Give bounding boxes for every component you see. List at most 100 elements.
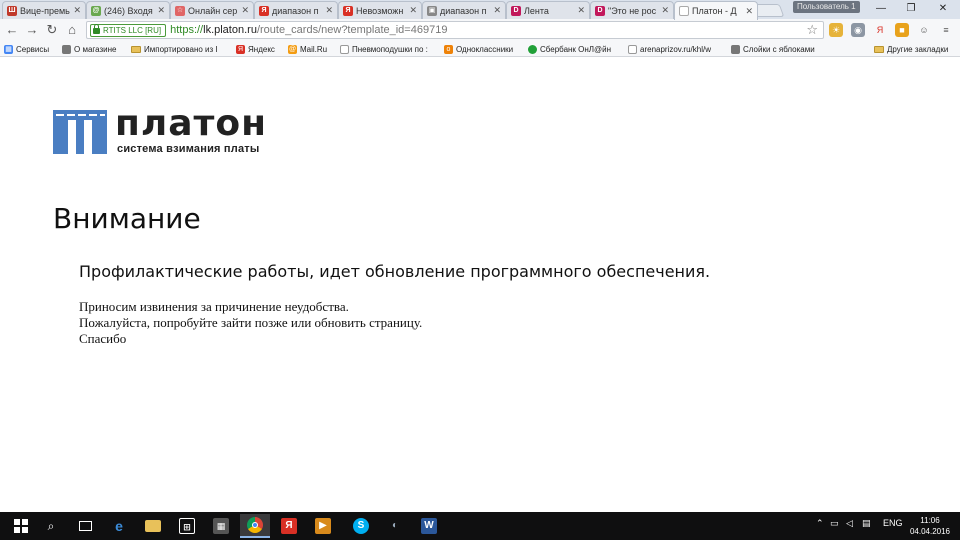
apps-grid-icon: ▦ [4,44,13,54]
bookmark-item[interactable]: Я Яндекс [236,43,275,55]
menu-icon[interactable]: ≡ [939,23,953,37]
back-arrow-icon[interactable]: ← [4,22,20,38]
reload-icon[interactable]: ↻ [44,22,60,38]
url-scheme: https:// [170,24,204,36]
start-button[interactable] [6,514,36,538]
task-view-button[interactable] [70,514,100,538]
bookmark-item[interactable]: О магазине [62,43,117,55]
security-certificate-badge[interactable]: RTITS LLC [RU] [90,23,167,37]
close-window-button[interactable]: ✕ [928,0,958,18]
tab-close-icon[interactable]: ✕ [157,5,165,16]
tab-favicon-icon: ☆ [175,5,185,16]
tab-favicon-icon: Ш [7,5,17,16]
page-blank-icon [679,6,689,16]
bookmark-item[interactable]: Пневмоподушки по : [340,43,435,55]
apology-message: Приносим извинения за причинение неудобс… [79,299,422,347]
bookmark-apps[interactable]: ▦ Сервисы [4,43,49,55]
browser-tab[interactable]: Ш Вице-премь ✕ [2,1,86,19]
tab-title: Вице-премь [20,5,70,16]
url-text[interactable]: https://lk.platon.ru/route_cards/new?tem… [170,24,447,36]
bookmark-label: Слойки с яблоками [743,44,815,54]
taskbar: ⌕ e ⊞ ▦ Я ▶ S ◐ W ⌃ ▭ ◁ ▤ ENG 11:06 04.0… [0,512,960,540]
taskbar-edge[interactable]: e [104,514,134,538]
taskbar-yandex-browser[interactable]: Я [274,514,304,538]
url-host: lk.platon.ru [203,24,257,36]
tab-favicon-icon: D [511,5,521,16]
tab-title: диапазон п [440,5,487,16]
bookmark-item[interactable]: о Одноклассники [444,43,513,55]
profile-badge[interactable]: Пользователь 1 [793,1,860,13]
search-button[interactable]: ⌕ [36,514,66,538]
message-line: Спасибо [79,331,127,346]
certificate-owner: RTITS LLC [RU] [103,25,162,35]
tab-title: "Это не рос [608,5,657,16]
taskbar-chrome[interactable] [240,514,270,538]
browser-tab[interactable]: D Лента ✕ [506,1,590,19]
bookmark-label: Другие закладки [887,44,949,54]
browser-tab[interactable]: Я Невозможн ✕ [338,1,422,19]
bookmark-label: Яндекс [248,44,275,54]
platon-logo: платон система взимания платы [53,104,283,156]
message-line: Пожалуйста, попробуйте зайти позже или о… [79,315,423,330]
tab-close-icon[interactable]: ✕ [661,5,669,16]
page-title: Внимание [53,202,201,235]
bookmark-other-folder[interactable]: Другие закладки [874,43,948,55]
logo-tagline: система взимания платы [117,143,260,155]
browser-tab[interactable]: D "Это не рос ✕ [590,1,674,19]
tab-close-icon[interactable]: ✕ [73,5,81,16]
extension-yandex-icon[interactable]: Я [873,23,887,37]
media-player-icon: ▶ [315,518,331,534]
bookmark-star-icon[interactable]: ☆ [806,22,818,38]
taskbar-media-player[interactable]: ▶ [308,514,338,538]
tab-title: диапазон п [272,5,319,16]
word-icon: W [421,518,437,534]
maximize-button[interactable]: ❐ [896,0,926,18]
taskbar-app[interactable]: ◐ [380,514,410,538]
home-icon[interactable]: ⌂ [64,22,80,38]
extension-shield-icon[interactable]: ◉ [851,23,865,37]
browser-tab[interactable]: Я диапазон п ✕ [254,1,338,19]
bookmark-label: Импортировано из I [144,44,218,54]
task-view-icon [78,521,92,531]
taskbar-skype[interactable]: S [346,514,376,538]
browser-tab-active[interactable]: Платон - Д ✕ [674,1,758,20]
bookmark-item[interactable]: arenaprizov.ru/khl/w [628,43,723,55]
tab-close-icon[interactable]: ✕ [745,6,753,17]
tab-close-icon[interactable]: ✕ [409,5,417,16]
taskbar-explorer[interactable] [138,514,168,538]
bookmark-item[interactable]: Сбербанк ОнЛ@йн [528,43,611,55]
lock-icon [93,24,100,34]
bookmark-label: Сервисы [16,44,50,54]
tab-close-icon[interactable]: ✕ [493,5,501,16]
browser-tab[interactable]: ▣ диапазон п ✕ [422,1,506,19]
address-bar[interactable]: RTITS LLC [RU] https://lk.platon.ru/rout… [86,21,824,39]
mailru-icon: @ [288,44,297,54]
browser-tab[interactable]: @ (246) Входя ✕ [86,1,170,19]
taskbar-store[interactable]: ⊞ [172,514,202,538]
windows-logo-icon [14,519,28,533]
notification-icon[interactable]: ▤ [862,518,871,529]
taskbar-word[interactable]: W [414,514,444,538]
taskbar-calculator[interactable]: ▦ [206,514,236,538]
tab-close-icon[interactable]: ✕ [577,5,585,16]
network-icon[interactable]: ▭ [830,518,839,529]
browser-tab[interactable]: ☆ Онлайн сер ✕ [170,1,254,19]
show-hidden-icons[interactable]: ⌃ [816,518,824,529]
minimize-button[interactable]: — [866,0,896,18]
bookmark-folder[interactable]: Импортировано из I [131,43,231,55]
store-icon: ⊞ [179,518,195,534]
system-clock[interactable]: 11:06 04.04.2016 [906,515,954,537]
tab-close-icon[interactable]: ✕ [325,5,333,16]
extension-smiley-icon[interactable]: ☺ [917,23,931,37]
extension-bookmark-icon[interactable]: ■ [895,23,909,37]
volume-icon[interactable]: ◁ [846,518,853,529]
language-indicator[interactable]: ENG [883,518,903,528]
bookmark-label: Mail.Ru [300,44,328,54]
extension-weather-icon[interactable]: ☀ [829,23,843,37]
bookmark-item[interactable]: @ Mail.Ru [288,43,327,55]
tab-close-icon[interactable]: ✕ [241,5,249,16]
bookmark-item[interactable]: Слойки с яблоками [731,43,815,55]
forward-arrow-icon[interactable]: → [24,22,40,38]
maintenance-notice: Профилактические работы, идет обновление… [79,262,711,281]
tab-title: Невозможн [356,5,404,16]
